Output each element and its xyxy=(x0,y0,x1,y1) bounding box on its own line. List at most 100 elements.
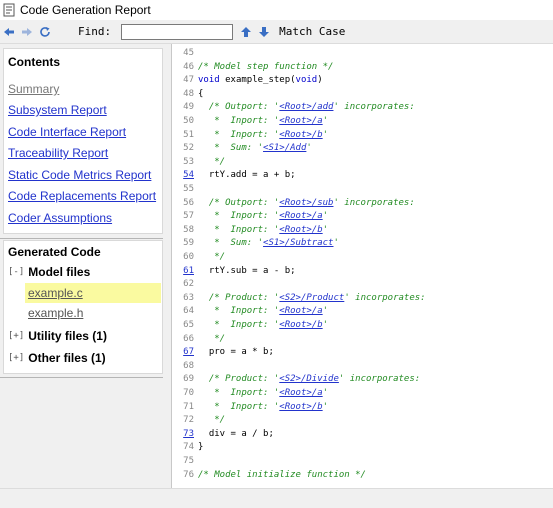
code-text: rtY.sub = a - b; xyxy=(198,265,296,276)
summary-link[interactable]: Summary xyxy=(8,82,59,96)
expand-toggle[interactable]: [+] xyxy=(8,353,24,363)
code-line: 73 div = a / b; xyxy=(172,429,274,442)
model-block-link[interactable]: <Root>/a xyxy=(279,211,322,221)
model-block-link[interactable]: <Root>/a xyxy=(279,116,322,126)
forward-arrow-icon[interactable] xyxy=(18,23,36,41)
title-bar: Code Generation Report xyxy=(0,0,553,20)
line-number: 45 xyxy=(183,48,194,58)
expand-toggle[interactable]: [+] xyxy=(8,331,24,341)
code-viewer[interactable]: rtDW_p.p(); 4546/* Model step function *… xyxy=(171,44,553,488)
other-files-node[interactable]: [+] Other files (1) xyxy=(8,351,106,365)
line-number: 48 xyxy=(183,88,194,99)
code-comment: /* Model initialize function */ xyxy=(198,469,366,480)
match-case-toggle[interactable]: Match Case xyxy=(279,25,345,38)
refresh-icon[interactable] xyxy=(36,23,54,41)
toolbar: Find: Match Case xyxy=(0,20,553,44)
traceability-report-link[interactable]: Traceability Report xyxy=(8,146,108,160)
code-comment: /* Model step function */ xyxy=(198,61,334,72)
line-number-link[interactable]: 54 xyxy=(172,170,194,180)
model-block-link[interactable]: <Root>/b xyxy=(279,130,322,140)
subsystem-report-link[interactable]: Subsystem Report xyxy=(8,103,107,117)
model-block-link[interactable]: <Root>/a xyxy=(279,388,322,398)
code-comment: * Sum: ' xyxy=(198,143,264,154)
code-text: void xyxy=(198,75,220,86)
code-comment: ' xyxy=(322,116,329,126)
code-comment: */ xyxy=(198,156,226,167)
find-next-icon[interactable] xyxy=(255,23,273,41)
code-comment: ' xyxy=(322,129,329,140)
code-line: 53 */ xyxy=(172,157,225,170)
line-number: 62 xyxy=(183,279,194,290)
code-line: 52 * Sum: '<S1>/Add' xyxy=(172,143,312,156)
code-comment: /* Outport: ' xyxy=(198,102,280,113)
code-line: 68 xyxy=(172,361,198,374)
model-block-link[interactable]: <Root>/b xyxy=(279,225,322,235)
code-line: 75 xyxy=(172,456,198,469)
code-comment: * Inport: ' xyxy=(198,224,280,235)
model-block-link[interactable]: <Root>/add xyxy=(279,102,333,112)
line-number: 55 xyxy=(183,184,194,194)
code-line: 59 * Sum: '<S1>/Subtract' xyxy=(172,238,339,251)
model-block-link[interactable]: <S1>/Subtract xyxy=(263,238,333,248)
code-line: 46 /* Model step function */ xyxy=(172,62,333,75)
line-number: 63 xyxy=(183,292,194,303)
code-line: 74} xyxy=(172,442,203,455)
divider xyxy=(0,377,163,378)
code-comment: ' xyxy=(333,238,339,249)
code-line: 69 /* Product: '<S2>/Divide' incorporate… xyxy=(172,374,420,387)
document-icon xyxy=(3,3,15,17)
divider xyxy=(0,238,163,239)
model-block-link[interactable]: <S1>/Add xyxy=(263,143,306,153)
code-text: rtY.add = a + b; xyxy=(198,170,296,181)
line-number: 50 xyxy=(183,116,194,126)
code-line: 64 * Inport: '<Root>/a' xyxy=(172,306,328,319)
model-block-link[interactable]: <S2>/Divide xyxy=(279,374,339,384)
code-comment: * Inport: ' xyxy=(198,388,280,398)
code-replacements-report-link[interactable]: Code Replacements Report xyxy=(8,189,156,203)
code-interface-report-link[interactable]: Code Interface Report xyxy=(8,125,126,139)
line-number-link[interactable]: 73 xyxy=(172,429,194,439)
code-comment: ' xyxy=(322,320,329,330)
line-number-link[interactable]: 61 xyxy=(172,266,194,276)
code-line: 49 /* Outport: '<Root>/add' incorporates… xyxy=(172,102,415,115)
static-code-metrics-report-link[interactable]: Static Code Metrics Report xyxy=(8,168,151,182)
find-input[interactable] xyxy=(121,23,234,40)
line-number: 59 xyxy=(183,238,194,249)
code-text: void xyxy=(295,75,318,86)
back-arrow-icon[interactable] xyxy=(0,23,18,41)
contents-panel: Contents Summary Subsystem Report Code I… xyxy=(3,48,163,234)
generated-code-heading: Generated Code xyxy=(8,245,101,259)
code-comment: ' xyxy=(306,143,312,154)
code-text: } xyxy=(198,442,204,453)
coder-assumptions-link[interactable]: Coder Assumptions xyxy=(8,211,112,225)
window-title: Code Generation Report xyxy=(20,3,151,17)
code-comment: ' xyxy=(322,306,329,317)
line-number: 69 xyxy=(183,374,194,385)
collapse-toggle[interactable]: [-] xyxy=(8,267,24,277)
model-block-link[interactable]: <Root>/b xyxy=(279,402,322,412)
code-line: 58 * Inport: '<Root>/b' xyxy=(172,225,328,238)
code-text: pro = a * b; xyxy=(198,347,274,358)
model-block-link[interactable]: <Root>/a xyxy=(279,306,322,316)
code-line: 56 /* Outport: '<Root>/sub' incorporates… xyxy=(172,198,415,211)
code-comment: ' xyxy=(322,401,329,412)
code-line: 70 * Inport: '<Root>/a' xyxy=(172,388,328,401)
code-comment: ' incorporates: xyxy=(338,374,421,385)
file-link-example-h[interactable]: example.h xyxy=(28,306,83,320)
code-line: 66 */ xyxy=(172,334,225,347)
line-number-link[interactable]: 67 xyxy=(172,347,194,357)
code-comment: /* Product: ' xyxy=(198,374,280,385)
line-number: 70 xyxy=(183,388,194,398)
model-block-link[interactable]: <S2>/Product xyxy=(279,293,344,303)
code-line: 76 /* Model initialize function */ xyxy=(172,470,366,483)
model-files-node[interactable]: [-] Model files xyxy=(8,265,90,279)
model-block-link[interactable]: <Root>/sub xyxy=(279,198,333,208)
model-block-link[interactable]: <Root>/b xyxy=(279,320,322,330)
find-previous-icon[interactable] xyxy=(237,23,255,41)
utility-files-node[interactable]: [+] Utility files (1) xyxy=(8,329,107,343)
line-number: 76 xyxy=(183,469,194,480)
file-link-example-c[interactable]: example.c xyxy=(28,286,83,300)
code-line: 60 */ xyxy=(172,252,225,265)
code-comment: * Inport: ' xyxy=(198,129,280,140)
other-files-label: Other files (1) xyxy=(28,351,106,365)
